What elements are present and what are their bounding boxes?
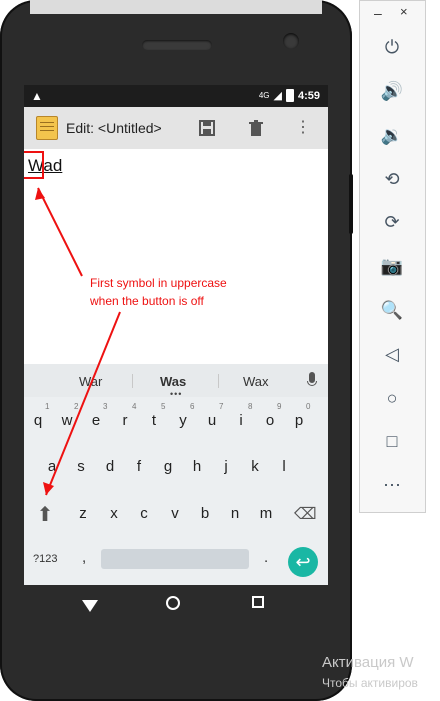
power-icon[interactable]: ⏻ [380, 35, 404, 59]
close-button[interactable]: × [400, 4, 408, 19]
volume-up-icon[interactable]: 🔊 [380, 79, 404, 103]
windows-activation-watermark: Активация W Чтобы активиров [322, 653, 418, 693]
minimize-button[interactable]: – [374, 5, 382, 21]
zoom-icon[interactable]: 🔍 [380, 298, 404, 322]
annotation-line-1: First symbol in uppercase [90, 276, 227, 290]
overview-icon[interactable]: □ [380, 429, 404, 453]
more-icon[interactable]: ⋯ [380, 473, 404, 497]
watermark-line-1: Активация W [322, 654, 414, 671]
rotate-right-icon[interactable]: ⟳ [380, 210, 404, 234]
emulator-toolbar: – × ⏻ 🔊 🔉 ⟲ ⟳ 📷 🔍 ◁ ○ □ ⋯ [359, 0, 426, 513]
volume-down-icon[interactable]: 🔉 [380, 123, 404, 147]
toolbar-title-bar: – × [360, 1, 427, 27]
annotation-text: First symbol in uppercase when the butto… [90, 274, 300, 310]
rotate-left-icon[interactable]: ⟲ [380, 167, 404, 191]
back-icon[interactable]: ◁ [380, 342, 404, 366]
home-icon[interactable]: ○ [380, 386, 404, 410]
camera-icon[interactable]: 📷 [380, 254, 404, 278]
watermark-line-2: Чтобы активиров [322, 676, 418, 690]
annotation-line-2: when the button is off [90, 294, 204, 308]
